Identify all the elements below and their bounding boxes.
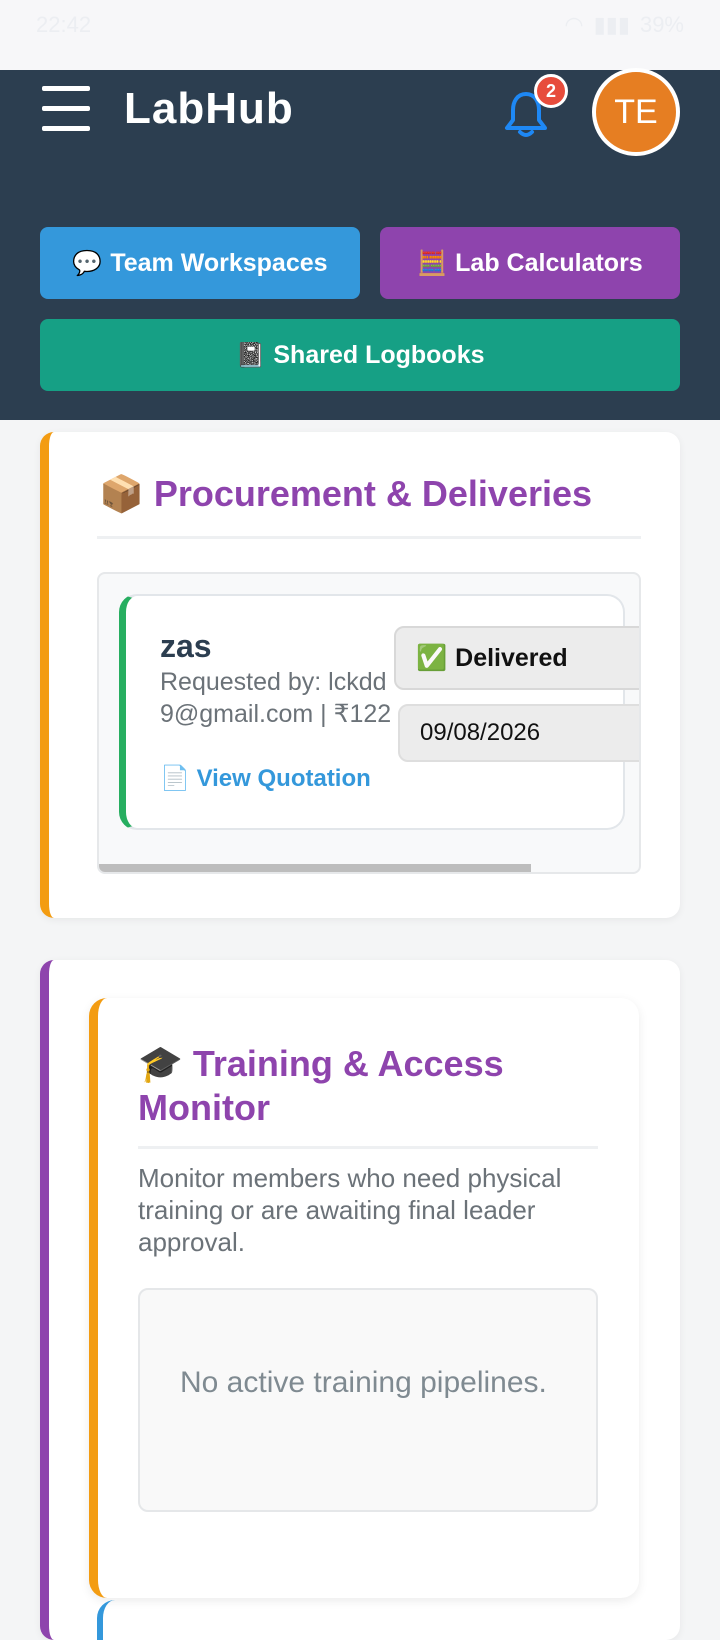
lab-calculators-button[interactable]: 🧮 Lab Calculators bbox=[380, 227, 680, 299]
training-title: 🎓 Training & Access Monitor bbox=[138, 1042, 608, 1130]
delivery-status-value: Delivered bbox=[455, 643, 568, 672]
notification-badge: 2 bbox=[534, 74, 568, 108]
item-name: zas bbox=[160, 628, 212, 664]
empty-state-message: No active training pipelines. bbox=[180, 1366, 547, 1399]
delivery-status-select[interactable]: ✅ Delivered bbox=[394, 626, 639, 690]
hamburger-menu-icon[interactable] bbox=[42, 86, 92, 136]
team-workspaces-label: Team Workspaces bbox=[110, 248, 328, 277]
wifi-icon: ◠ bbox=[564, 12, 584, 37]
divider bbox=[138, 1146, 598, 1149]
app-header: LabHub 2 TE 💬 Team Workspaces 🧮 Lab Calc… bbox=[0, 68, 720, 420]
procurement-card: 📦 Procurement & Deliveries zas Requested… bbox=[40, 432, 680, 918]
horizontal-scrollbar[interactable] bbox=[99, 864, 531, 872]
battery-level: 39% bbox=[639, 12, 684, 37]
next-card-edge bbox=[97, 1600, 137, 1640]
shared-logbooks-label: Shared Logbooks bbox=[273, 340, 485, 369]
document-icon: 📄 bbox=[160, 765, 190, 792]
status-bar: 22:42 ◠ ▮▮▮ 39% bbox=[0, 0, 720, 70]
training-empty-state: No active training pipelines. bbox=[138, 1288, 598, 1512]
training-card: 🎓 Training & Access Monitor Monitor memb… bbox=[89, 998, 639, 1598]
status-time: 22:42 bbox=[36, 12, 92, 37]
package-icon: 📦 bbox=[99, 473, 144, 514]
team-workspaces-button[interactable]: 💬 Team Workspaces bbox=[40, 227, 360, 299]
training-outer-card: 🎓 Training & Access Monitor Monitor memb… bbox=[40, 960, 680, 1640]
delivery-date-input[interactable]: 09/08/2026 bbox=[398, 704, 639, 762]
training-title-text: Training & Access Monitor bbox=[138, 1043, 504, 1128]
status-icons: ◠ ▮▮▮ 39% bbox=[564, 12, 684, 38]
divider bbox=[97, 536, 641, 539]
procurement-item: zas Requested by: lckdd9@gmail.com | ₹12… bbox=[119, 594, 639, 830]
app-brand: LabHub bbox=[124, 84, 294, 133]
lab-calculators-label: Lab Calculators bbox=[455, 248, 643, 277]
procurement-title: 📦 Procurement & Deliveries bbox=[99, 472, 659, 516]
notebook-icon: 📓 bbox=[235, 341, 266, 369]
procurement-title-text: Procurement & Deliveries bbox=[153, 473, 593, 514]
shared-logbooks-button[interactable]: 📓 Shared Logbooks bbox=[40, 319, 680, 391]
speech-bubble-icon: 💬 bbox=[72, 249, 103, 277]
view-quotation-link[interactable]: 📄 View Quotation bbox=[160, 764, 371, 793]
procurement-list[interactable]: zas Requested by: lckdd9@gmail.com | ₹12… bbox=[97, 572, 641, 874]
signal-icon: ▮▮▮ bbox=[593, 12, 630, 37]
user-avatar[interactable]: TE bbox=[592, 68, 680, 156]
training-description: Monitor members who need physical traini… bbox=[138, 1163, 562, 1257]
abacus-icon: 🧮 bbox=[417, 249, 448, 277]
check-mark-icon: ✅ bbox=[416, 643, 448, 672]
view-quotation-label: View Quotation bbox=[196, 765, 371, 792]
item-requester: Requested by: lckdd9@gmail.com | ₹122 bbox=[160, 668, 392, 728]
graduation-cap-icon: 🎓 bbox=[138, 1043, 183, 1084]
